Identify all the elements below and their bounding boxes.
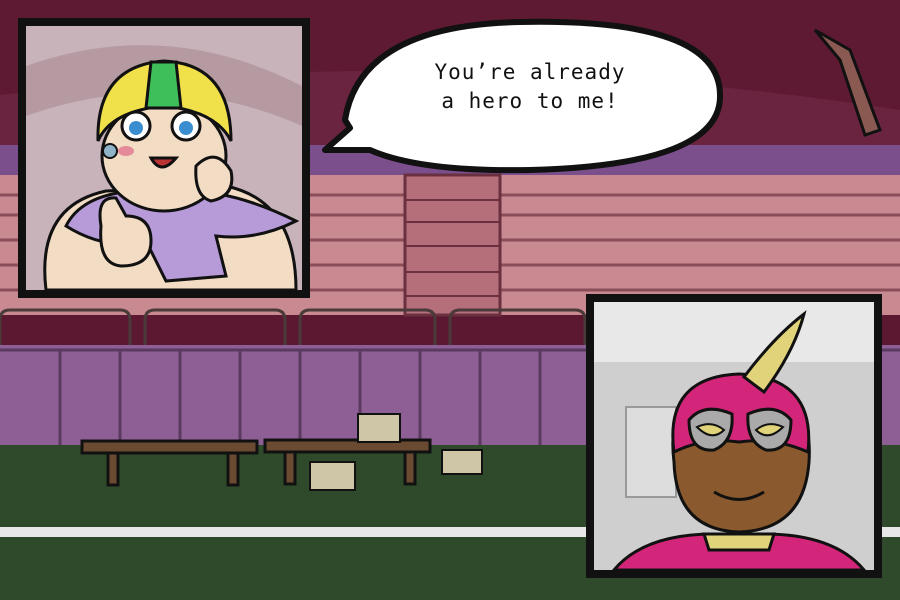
masked-hero-icon <box>594 302 874 570</box>
masked-hero-portrait <box>586 294 882 578</box>
dialogue-text: You’re already a hero to me! <box>434 60 626 113</box>
fan-kid-icon <box>26 26 302 290</box>
fan-kid-portrait <box>18 18 310 298</box>
